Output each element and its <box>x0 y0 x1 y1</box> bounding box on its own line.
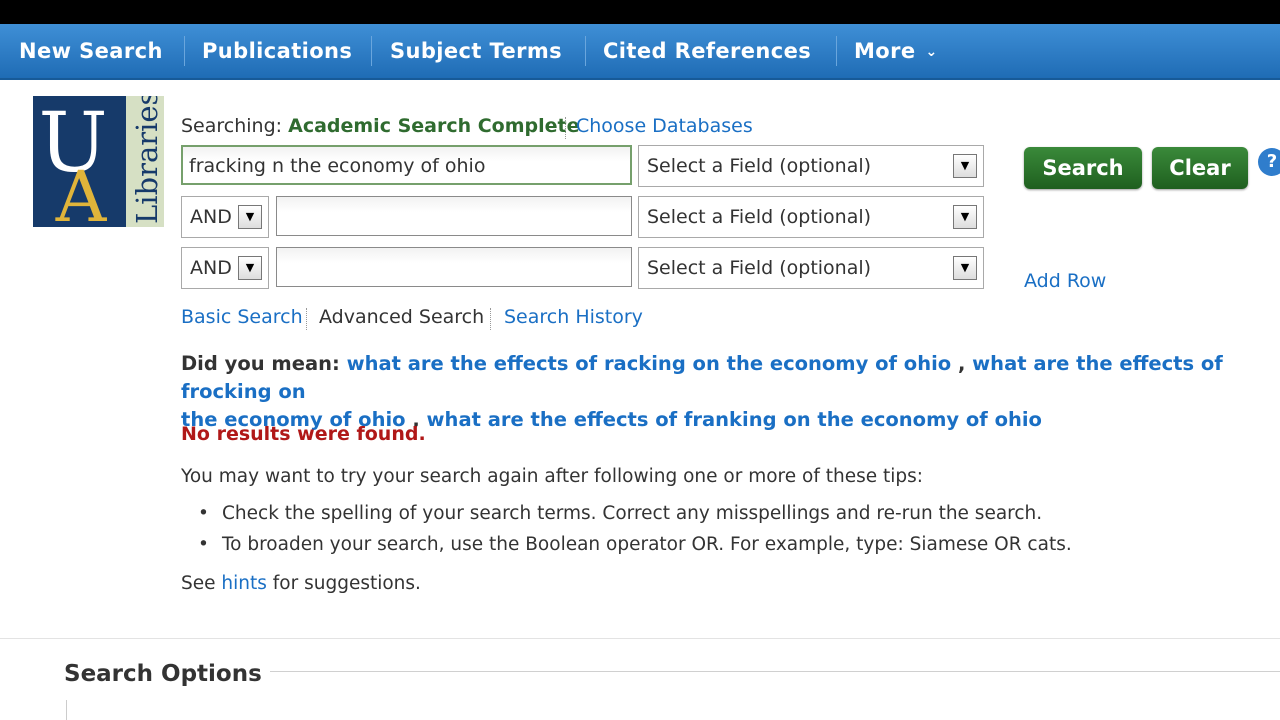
divider <box>270 671 1280 672</box>
basic-search-link[interactable]: Basic Search <box>181 306 303 328</box>
nav-more-label: More <box>854 39 916 63</box>
database-name: Academic Search Complete <box>288 115 580 137</box>
operator-select-3[interactable]: AND ▼ <box>181 247 269 289</box>
did-you-mean: Did you mean: what are the effects of ra… <box>181 350 1280 434</box>
search-input-1[interactable]: fracking n the economy of ohio <box>181 145 632 185</box>
help-icon[interactable]: ? <box>1258 148 1280 176</box>
search-input-3[interactable] <box>276 247 632 287</box>
nav-separator <box>585 36 586 66</box>
hints-prefix: See <box>181 573 216 594</box>
hints-link[interactable]: hints <box>221 573 266 594</box>
chevron-down-icon: ⌄ <box>925 44 938 60</box>
field-select-2-value: Select a Field (optional) <box>647 206 872 228</box>
search-history-link[interactable]: Search History <box>504 306 643 328</box>
search-input-2[interactable] <box>276 196 632 236</box>
operator-select-2[interactable]: AND ▼ <box>181 196 269 238</box>
choose-databases-link[interactable]: Choose Databases <box>576 115 753 137</box>
top-navigation: New Search Publications Subject Terms Ci… <box>0 24 1280 80</box>
hints-suffix: for suggestions. <box>272 573 421 594</box>
separator <box>565 117 566 139</box>
divider <box>0 638 1280 639</box>
searching-prefix: Searching: <box>181 115 283 137</box>
operator-value: AND <box>190 206 232 228</box>
operator-value: AND <box>190 257 232 279</box>
nav-new-search[interactable]: New Search <box>19 24 163 78</box>
tip-text: Check the spelling of your search terms.… <box>222 503 1043 524</box>
nav-subject-terms[interactable]: Subject Terms <box>390 24 562 78</box>
nav-more[interactable]: More ⌄ <box>854 24 938 78</box>
top-black-bar <box>0 0 1280 24</box>
dropdown-arrow-icon: ▼ <box>238 256 262 280</box>
divider <box>66 700 67 720</box>
suggestion-separator: , <box>957 352 966 375</box>
field-select-1[interactable]: Select a Field (optional) ▼ <box>638 145 984 187</box>
dropdown-arrow-icon: ▼ <box>953 154 977 178</box>
suggestion-link-1[interactable]: what are the effects of racking on the e… <box>347 352 952 375</box>
search-button[interactable]: Search <box>1024 147 1142 189</box>
tip-item: To broaden your search, use the Boolean … <box>198 534 1072 555</box>
clear-button[interactable]: Clear <box>1152 147 1248 189</box>
nav-separator <box>836 36 837 66</box>
did-you-mean-label: Did you mean: <box>181 352 340 375</box>
field-select-1-value: Select a Field (optional) <box>647 155 872 177</box>
tip-item: Check the spelling of your search terms.… <box>198 503 1043 524</box>
tips-intro: You may want to try your search again af… <box>181 466 923 487</box>
dropdown-arrow-icon: ▼ <box>953 256 977 280</box>
nav-publications[interactable]: Publications <box>202 24 352 78</box>
advanced-search-current: Advanced Search <box>319 306 485 328</box>
add-row-link[interactable]: Add Row <box>1024 270 1106 292</box>
tip-text: To broaden your search, use the Boolean … <box>222 534 1072 555</box>
nav-cited-references[interactable]: Cited References <box>603 24 811 78</box>
field-select-2[interactable]: Select a Field (optional) ▼ <box>638 196 984 238</box>
separator <box>306 308 307 330</box>
dropdown-arrow-icon: ▼ <box>238 205 262 229</box>
field-select-3[interactable]: Select a Field (optional) ▼ <box>638 247 984 289</box>
separator <box>490 308 491 330</box>
ua-libraries-logo[interactable]: U A Libraries <box>33 91 164 238</box>
svg-text:Libraries: Libraries <box>130 96 164 224</box>
searching-label: Searching: Academic Search Complete <box>181 115 580 137</box>
dropdown-arrow-icon: ▼ <box>953 205 977 229</box>
svg-text:A: A <box>55 156 108 227</box>
search-options-heading[interactable]: Search Options <box>64 661 262 687</box>
nav-separator <box>371 36 372 66</box>
field-select-3-value: Select a Field (optional) <box>647 257 872 279</box>
nav-separator <box>184 36 185 66</box>
suggestion-link-3[interactable]: what are the effects of franking on the … <box>427 408 1042 431</box>
hints-line: See hints for suggestions. <box>181 573 421 594</box>
no-results-message: No results were found. <box>181 423 426 445</box>
